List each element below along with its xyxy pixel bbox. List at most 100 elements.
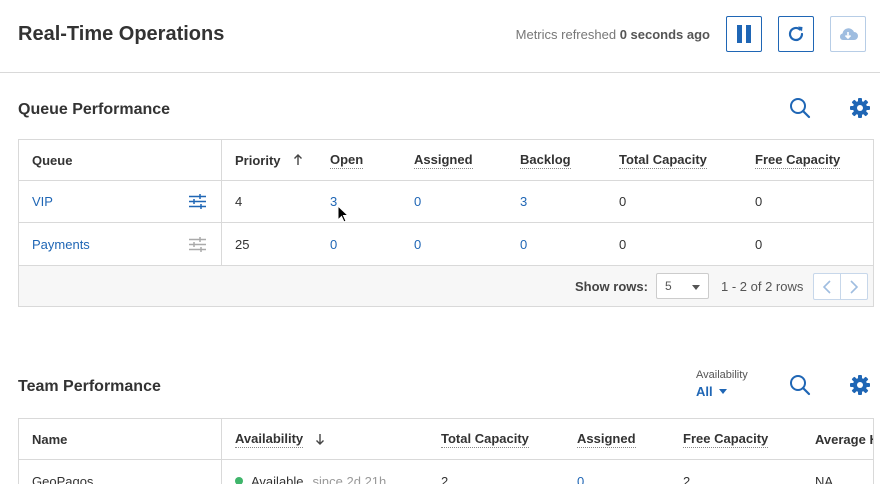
col-team-assigned-label: Assigned xyxy=(577,430,636,448)
open-value[interactable]: 0 xyxy=(330,223,337,265)
col-backlog[interactable]: Backlog xyxy=(520,140,571,180)
rows-per-page-value: 5 xyxy=(665,279,672,293)
col-total-capacity[interactable]: Total Capacity xyxy=(619,140,707,180)
queue-section-title: Queue Performance xyxy=(18,101,171,118)
cloud-download-icon xyxy=(839,28,858,40)
free-capacity-value: 0 xyxy=(755,236,763,252)
pause-icon xyxy=(737,25,751,43)
queue-name-link[interactable]: Payments xyxy=(32,223,90,265)
col-team-total-capacity-label: Total Capacity xyxy=(441,430,529,448)
team-assigned-value[interactable]: 0 xyxy=(577,460,584,484)
assigned-value[interactable]: 0 xyxy=(414,223,421,265)
col-availability[interactable]: Availability xyxy=(235,419,325,459)
priority-value: 25 xyxy=(235,236,250,252)
col-open[interactable]: Open xyxy=(330,140,364,180)
col-assigned[interactable]: Assigned xyxy=(414,140,473,180)
chevron-right-icon xyxy=(850,279,858,294)
page-title: Real-Time Operations xyxy=(18,23,225,45)
assigned-value[interactable]: 0 xyxy=(414,181,421,222)
open-value[interactable]: 3 xyxy=(330,181,337,222)
search-icon xyxy=(790,375,811,396)
status-dot xyxy=(235,477,243,484)
gear-icon xyxy=(850,98,870,118)
caret-down-icon xyxy=(692,285,700,290)
column-divider xyxy=(221,223,222,265)
chevron-left-icon xyxy=(823,279,831,294)
col-team-total-capacity[interactable]: Total Capacity xyxy=(441,419,529,459)
queue-settings-button[interactable] xyxy=(848,96,872,120)
col-total-capacity-label: Total Capacity xyxy=(619,151,707,169)
col-average[interactable]: Average H xyxy=(815,419,874,459)
total-capacity-value: 0 xyxy=(619,194,627,209)
queue-search-button[interactable] xyxy=(788,96,812,120)
total-capacity-value: 0 xyxy=(619,236,627,252)
team-settings-button[interactable] xyxy=(848,373,872,397)
rows-per-page-select[interactable]: 5 xyxy=(656,273,709,299)
queue-name-link[interactable]: VIP xyxy=(32,181,53,222)
refresh-prefix: Metrics refreshed xyxy=(515,27,617,42)
col-backlog-label: Backlog xyxy=(520,151,571,169)
sliders-icon xyxy=(189,236,206,252)
table-row: GeoPagos Available since 2d 21h 2 0 2 NA xyxy=(19,460,873,484)
refresh-status: Metrics refreshed 0 seconds ago xyxy=(516,27,710,42)
search-icon xyxy=(790,98,811,119)
refresh-button[interactable] xyxy=(778,16,814,52)
col-open-label: Open xyxy=(330,151,364,169)
col-free-capacity[interactable]: Free Capacity xyxy=(755,140,841,180)
col-priority-label: Priority xyxy=(235,152,281,168)
next-page-button[interactable] xyxy=(840,274,867,299)
col-average-label: Average H xyxy=(815,431,874,447)
table-row: Payments 25 0 0 0 0 0 xyxy=(19,223,873,266)
team-section-title: Team Performance xyxy=(18,378,161,395)
backlog-value[interactable]: 0 xyxy=(520,223,527,265)
priority-value: 4 xyxy=(235,194,243,209)
queue-table: Queue Priority Open Assigned Backlog Tot… xyxy=(18,139,874,307)
col-queue[interactable]: Queue xyxy=(32,140,72,180)
backlog-value[interactable]: 3 xyxy=(520,181,527,222)
team-header-row: Name Availability Total Capacity Assigne… xyxy=(19,419,873,460)
column-divider xyxy=(221,181,222,222)
column-divider xyxy=(221,460,222,484)
availability-filter-text: All xyxy=(696,384,713,399)
top-bar: Real-Time Operations Metrics refreshed 0… xyxy=(0,0,880,73)
column-divider xyxy=(221,140,222,180)
col-name[interactable]: Name xyxy=(32,419,67,459)
prev-page-button[interactable] xyxy=(814,274,840,299)
caret-down-icon xyxy=(718,389,727,394)
pagination-range: 1 - 2 of 2 rows xyxy=(721,279,804,294)
availability-filter-value: All xyxy=(696,384,748,399)
availability-since: since 2d 21h xyxy=(312,473,387,484)
queue-header-row: Queue Priority Open Assigned Backlog Tot… xyxy=(19,140,873,181)
sliders-icon xyxy=(189,194,206,209)
team-free-capacity-value: 2 xyxy=(683,473,691,484)
gear-icon xyxy=(850,375,870,395)
refresh-icon xyxy=(788,26,804,42)
col-availability-label: Availability xyxy=(235,430,304,448)
refresh-value: 0 seconds ago xyxy=(619,27,710,42)
availability-filter[interactable]: Availability All xyxy=(696,369,748,399)
show-rows-label: Show rows: xyxy=(575,279,648,294)
table-row: VIP 4 3 0 3 0 0 xyxy=(19,181,873,223)
pagination-bar: Show rows: 5 1 - 2 of 2 rows xyxy=(19,266,873,306)
col-team-free-capacity-label: Free Capacity xyxy=(683,430,769,448)
col-priority[interactable]: Priority xyxy=(235,140,303,180)
team-average-value: NA xyxy=(815,473,834,484)
pager xyxy=(813,273,868,300)
availability-status: Available xyxy=(251,473,304,484)
col-assigned-label: Assigned xyxy=(414,151,473,169)
col-team-free-capacity[interactable]: Free Capacity xyxy=(683,419,769,459)
column-divider xyxy=(221,419,222,459)
queue-filter-button[interactable] xyxy=(189,223,206,265)
team-total-capacity-value: 2 xyxy=(441,473,449,484)
team-table: Name Availability Total Capacity Assigne… xyxy=(18,418,874,484)
sort-up-icon xyxy=(293,154,302,165)
pause-button[interactable] xyxy=(726,16,762,52)
queue-filter-button[interactable] xyxy=(189,181,206,222)
availability-value: Available since 2d 21h xyxy=(235,460,386,484)
availability-filter-label: Availability xyxy=(696,369,748,381)
download-button[interactable] xyxy=(830,16,866,52)
team-search-button[interactable] xyxy=(788,373,812,397)
col-team-assigned[interactable]: Assigned xyxy=(577,419,636,459)
team-name: GeoPagos xyxy=(32,473,94,484)
free-capacity-value: 0 xyxy=(755,194,763,209)
